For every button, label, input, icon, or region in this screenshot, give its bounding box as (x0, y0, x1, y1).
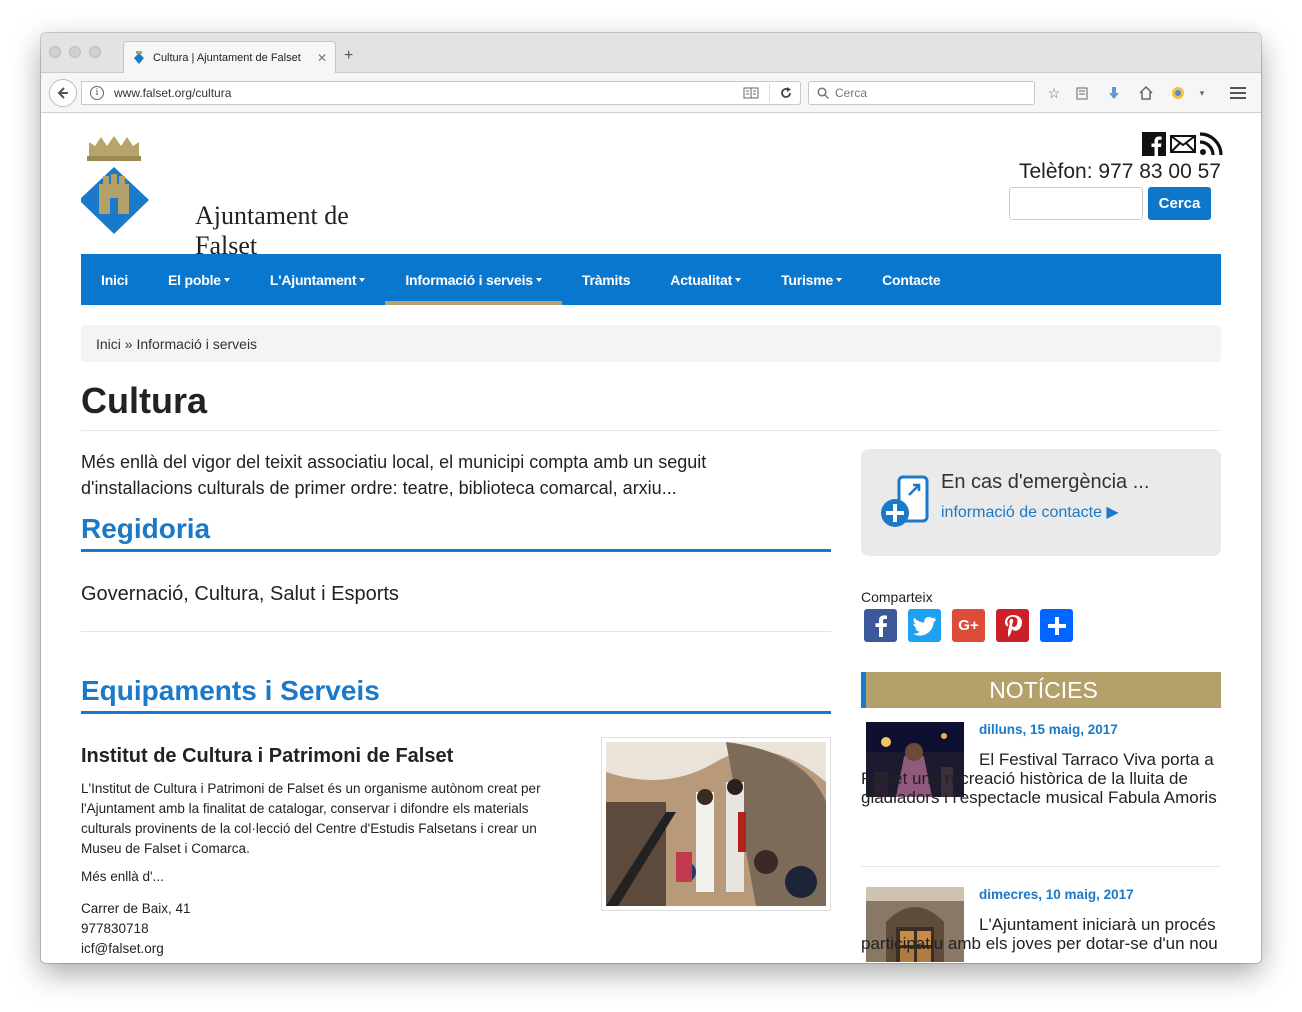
caret-down-icon (836, 277, 843, 282)
back-arrow-icon (57, 87, 68, 99)
header-phone: Telèfon: 977 83 00 57 (1018, 160, 1221, 183)
site-favicon-icon (134, 50, 144, 64)
share-label: Comparteix (861, 589, 933, 605)
news-heading: NOTÍCIES (861, 672, 1221, 708)
equipment-email[interactable]: icf@falset.org (81, 939, 191, 959)
downloads-icon[interactable] (1105, 84, 1123, 102)
tab-title: Cultura | Ajuntament de Falset (153, 51, 301, 64)
news-item[interactable]: dimecres, 10 maig, 2017 L'Ajuntament ini… (861, 887, 1221, 963)
share-facebook-icon[interactable] (864, 609, 897, 642)
close-tab-icon[interactable]: ✕ (317, 51, 327, 65)
caret-down-icon (223, 277, 230, 282)
main-navigation: Inici El poble L'Ajuntament Informació i… (81, 254, 1221, 305)
zoom-window-button[interactable] (89, 46, 101, 58)
nav-item-el-poble[interactable]: El poble (148, 254, 250, 305)
nav-item-ajuntament[interactable]: L'Ajuntament (250, 254, 385, 305)
site-logo[interactable]: Ajuntament de Falset (79, 134, 371, 260)
back-button[interactable] (49, 79, 77, 107)
facebook-icon[interactable] (1142, 132, 1166, 156)
divider (81, 631, 831, 632)
share-pinterest-icon[interactable] (996, 609, 1029, 642)
search-placeholder: Cerca (835, 86, 868, 100)
nav-item-label: Contacte (882, 271, 941, 288)
browser-search-bar[interactable]: Cerca (808, 81, 1035, 105)
news-item[interactable]: dilluns, 15 maig, 2017 El Festival Tarra… (861, 722, 1221, 852)
site-info-icon[interactable]: i (90, 86, 104, 100)
nav-item-tramits[interactable]: Tràmits (562, 254, 650, 305)
equipaments-heading: Equipaments i Serveis (81, 675, 831, 714)
museum-giants-photo (606, 742, 826, 906)
equipment-description: L'Institut de Cultura i Patrimoni de Fal… (81, 781, 541, 856)
reload-icon[interactable] (780, 87, 792, 99)
read-more-link[interactable]: Més enllà d'... (81, 869, 164, 884)
equipment-contact: Carrer de Baix, 41 977830718 icf@falset.… (81, 899, 191, 959)
emergency-box[interactable]: En cas d'emergència ... informació de co… (861, 449, 1221, 556)
browser-window: Cultura | Ajuntament de Falset ✕ + i www… (41, 33, 1261, 963)
equipment-address: Carrer de Baix, 41 (81, 901, 191, 916)
browser-toolbar: i www.falset.org/cultura Cerca ☆ ▾ (41, 73, 1261, 113)
reading-list-icon[interactable] (1073, 84, 1091, 102)
nav-item-label: El poble (168, 271, 221, 288)
url-text: www.falset.org/cultura (114, 86, 232, 100)
share-twitter-icon[interactable] (908, 609, 941, 642)
nav-item-turisme[interactable]: Turisme (761, 254, 862, 305)
share-more-icon[interactable] (1040, 609, 1073, 642)
intro-text: Més enllà del vigor del teixit associati… (81, 452, 707, 498)
extension-dropdown-icon[interactable]: ▾ (1193, 84, 1211, 102)
menu-hamburger-icon[interactable] (1229, 84, 1247, 102)
share-buttons: G+ (864, 609, 1084, 642)
site-search-button[interactable]: Cerca (1148, 187, 1211, 220)
emergency-contact-link[interactable]: informació de contacte ▶ (941, 502, 1119, 522)
nav-item-label: L'Ajuntament (269, 271, 357, 288)
nav-item-actualitat[interactable]: Actualitat (650, 254, 761, 305)
news-title[interactable]: El Festival Tarraco Viva porta a Falset … (861, 722, 1221, 807)
rss-icon[interactable] (1199, 132, 1223, 156)
nav-item-label: Turisme (781, 271, 834, 288)
page-title: Cultura (81, 380, 207, 421)
reader-view-icon[interactable] (743, 87, 759, 99)
nav-item-label: Informació i serveis (405, 271, 533, 288)
nav-item-contacte[interactable]: Contacte (862, 254, 960, 305)
caret-down-icon (535, 277, 542, 282)
nav-item-label: Tràmits (581, 271, 631, 288)
equipment-title[interactable]: Institut de Cultura i Patrimoni de False… (81, 745, 453, 768)
equipment-photo[interactable] (601, 737, 831, 911)
new-tab-button[interactable]: + (344, 47, 353, 65)
extension-icon[interactable] (1169, 84, 1187, 102)
site-search-input[interactable] (1009, 187, 1143, 220)
search-icon (817, 87, 829, 99)
emergency-title: En cas d'emergència ... (941, 471, 1150, 493)
coat-of-arms-icon (79, 136, 149, 234)
logo-text: Ajuntament de Falset (195, 201, 349, 260)
news-title[interactable]: L'Ajuntament iniciarà un procés particip… (861, 887, 1221, 953)
regidoria-heading: Regidoria (81, 513, 831, 552)
nav-item-label: Actualitat (670, 271, 733, 288)
caret-down-icon (359, 277, 366, 282)
tab-strip: Cultura | Ajuntament de Falset ✕ + (41, 33, 1261, 73)
close-window-button[interactable] (49, 46, 61, 58)
nav-item-inici[interactable]: Inici (81, 254, 148, 305)
regidoria-text: Governació, Cultura, Salut i Esports (81, 583, 399, 605)
breadcrumb[interactable]: Inici » Informació i serveis (81, 325, 1221, 362)
equipment-phone[interactable]: 977830718 (81, 919, 191, 939)
web-page: Ajuntament de Falset Telèfon: 977 83 00 … (41, 114, 1261, 963)
minimize-window-button[interactable] (69, 46, 81, 58)
divider (861, 866, 1221, 867)
nav-item-label: Inici (101, 271, 129, 288)
caret-down-icon (735, 277, 742, 282)
share-google-plus-icon[interactable]: G+ (952, 609, 985, 642)
home-icon[interactable] (1137, 84, 1155, 102)
divider (81, 430, 1221, 431)
email-icon[interactable] (1170, 132, 1196, 156)
bookmark-star-icon[interactable]: ☆ (1045, 84, 1063, 102)
emergency-phone-icon (881, 475, 929, 527)
header-social-links (1142, 132, 1223, 156)
address-bar[interactable]: i www.falset.org/cultura (81, 81, 801, 105)
nav-item-informacio-serveis[interactable]: Informació i serveis (385, 254, 562, 305)
browser-tab[interactable]: Cultura | Ajuntament de Falset ✕ (123, 41, 336, 73)
